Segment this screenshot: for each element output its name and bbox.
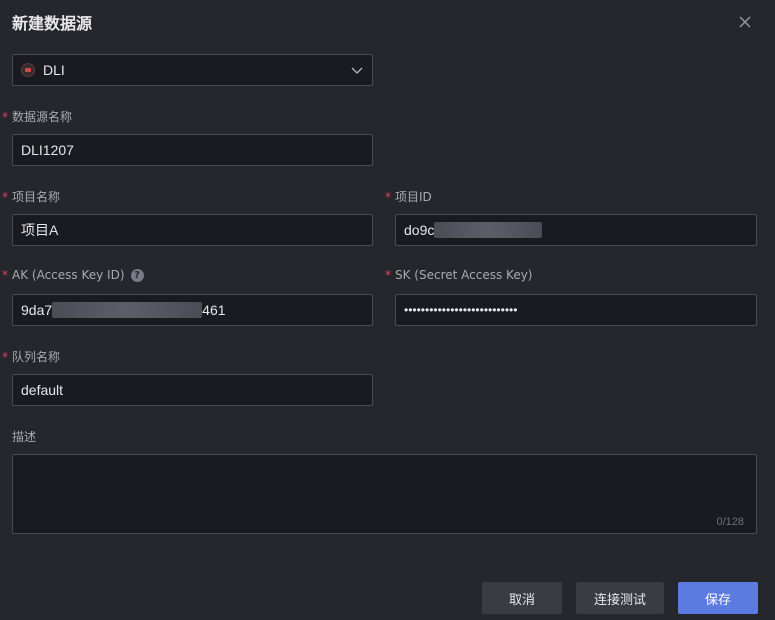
- help-icon[interactable]: ?: [130, 268, 144, 282]
- name-label: * 数据源名称: [2, 109, 73, 125]
- sk-label: * SK (Secret Access Key): [385, 268, 533, 282]
- redaction-mask: [434, 222, 543, 238]
- project-name-input[interactable]: 项目A: [12, 214, 373, 246]
- save-button[interactable]: 保存: [678, 582, 758, 614]
- dialog-title: 新建数据源: [12, 14, 93, 33]
- sk-input[interactable]: •••••••••••••••••••••••••••: [395, 294, 757, 326]
- required-marker: *: [2, 349, 8, 364]
- required-marker: *: [2, 189, 8, 204]
- char-counter: 0/128: [716, 516, 744, 528]
- name-input[interactable]: DLI1207: [12, 134, 373, 166]
- description-textarea[interactable]: 0/128: [12, 454, 757, 534]
- project-name-label: * 项目名称: [2, 189, 61, 205]
- ak-label: * AK (Access Key ID) ?: [2, 268, 144, 282]
- description-label: 描述: [12, 430, 37, 444]
- chevron-down-icon: [351, 67, 363, 74]
- close-icon[interactable]: [736, 13, 754, 31]
- required-marker: *: [2, 109, 8, 124]
- ak-input[interactable]: 9da7 461: [12, 294, 373, 326]
- dli-logo-icon: [21, 63, 35, 77]
- queue-input[interactable]: default: [12, 374, 373, 406]
- project-id-label: * 项目ID: [385, 189, 432, 205]
- project-id-input[interactable]: do9c: [395, 214, 757, 246]
- required-marker: *: [2, 268, 8, 282]
- cancel-button[interactable]: 取消: [482, 582, 562, 614]
- required-marker: *: [385, 189, 391, 204]
- source-type-select[interactable]: DLI: [12, 54, 373, 86]
- test-connection-button[interactable]: 连接测试: [576, 582, 664, 614]
- source-type-value: DLI: [43, 62, 65, 78]
- required-marker: *: [385, 268, 391, 282]
- queue-label: * 队列名称: [2, 349, 61, 365]
- redaction-mask: [52, 302, 203, 318]
